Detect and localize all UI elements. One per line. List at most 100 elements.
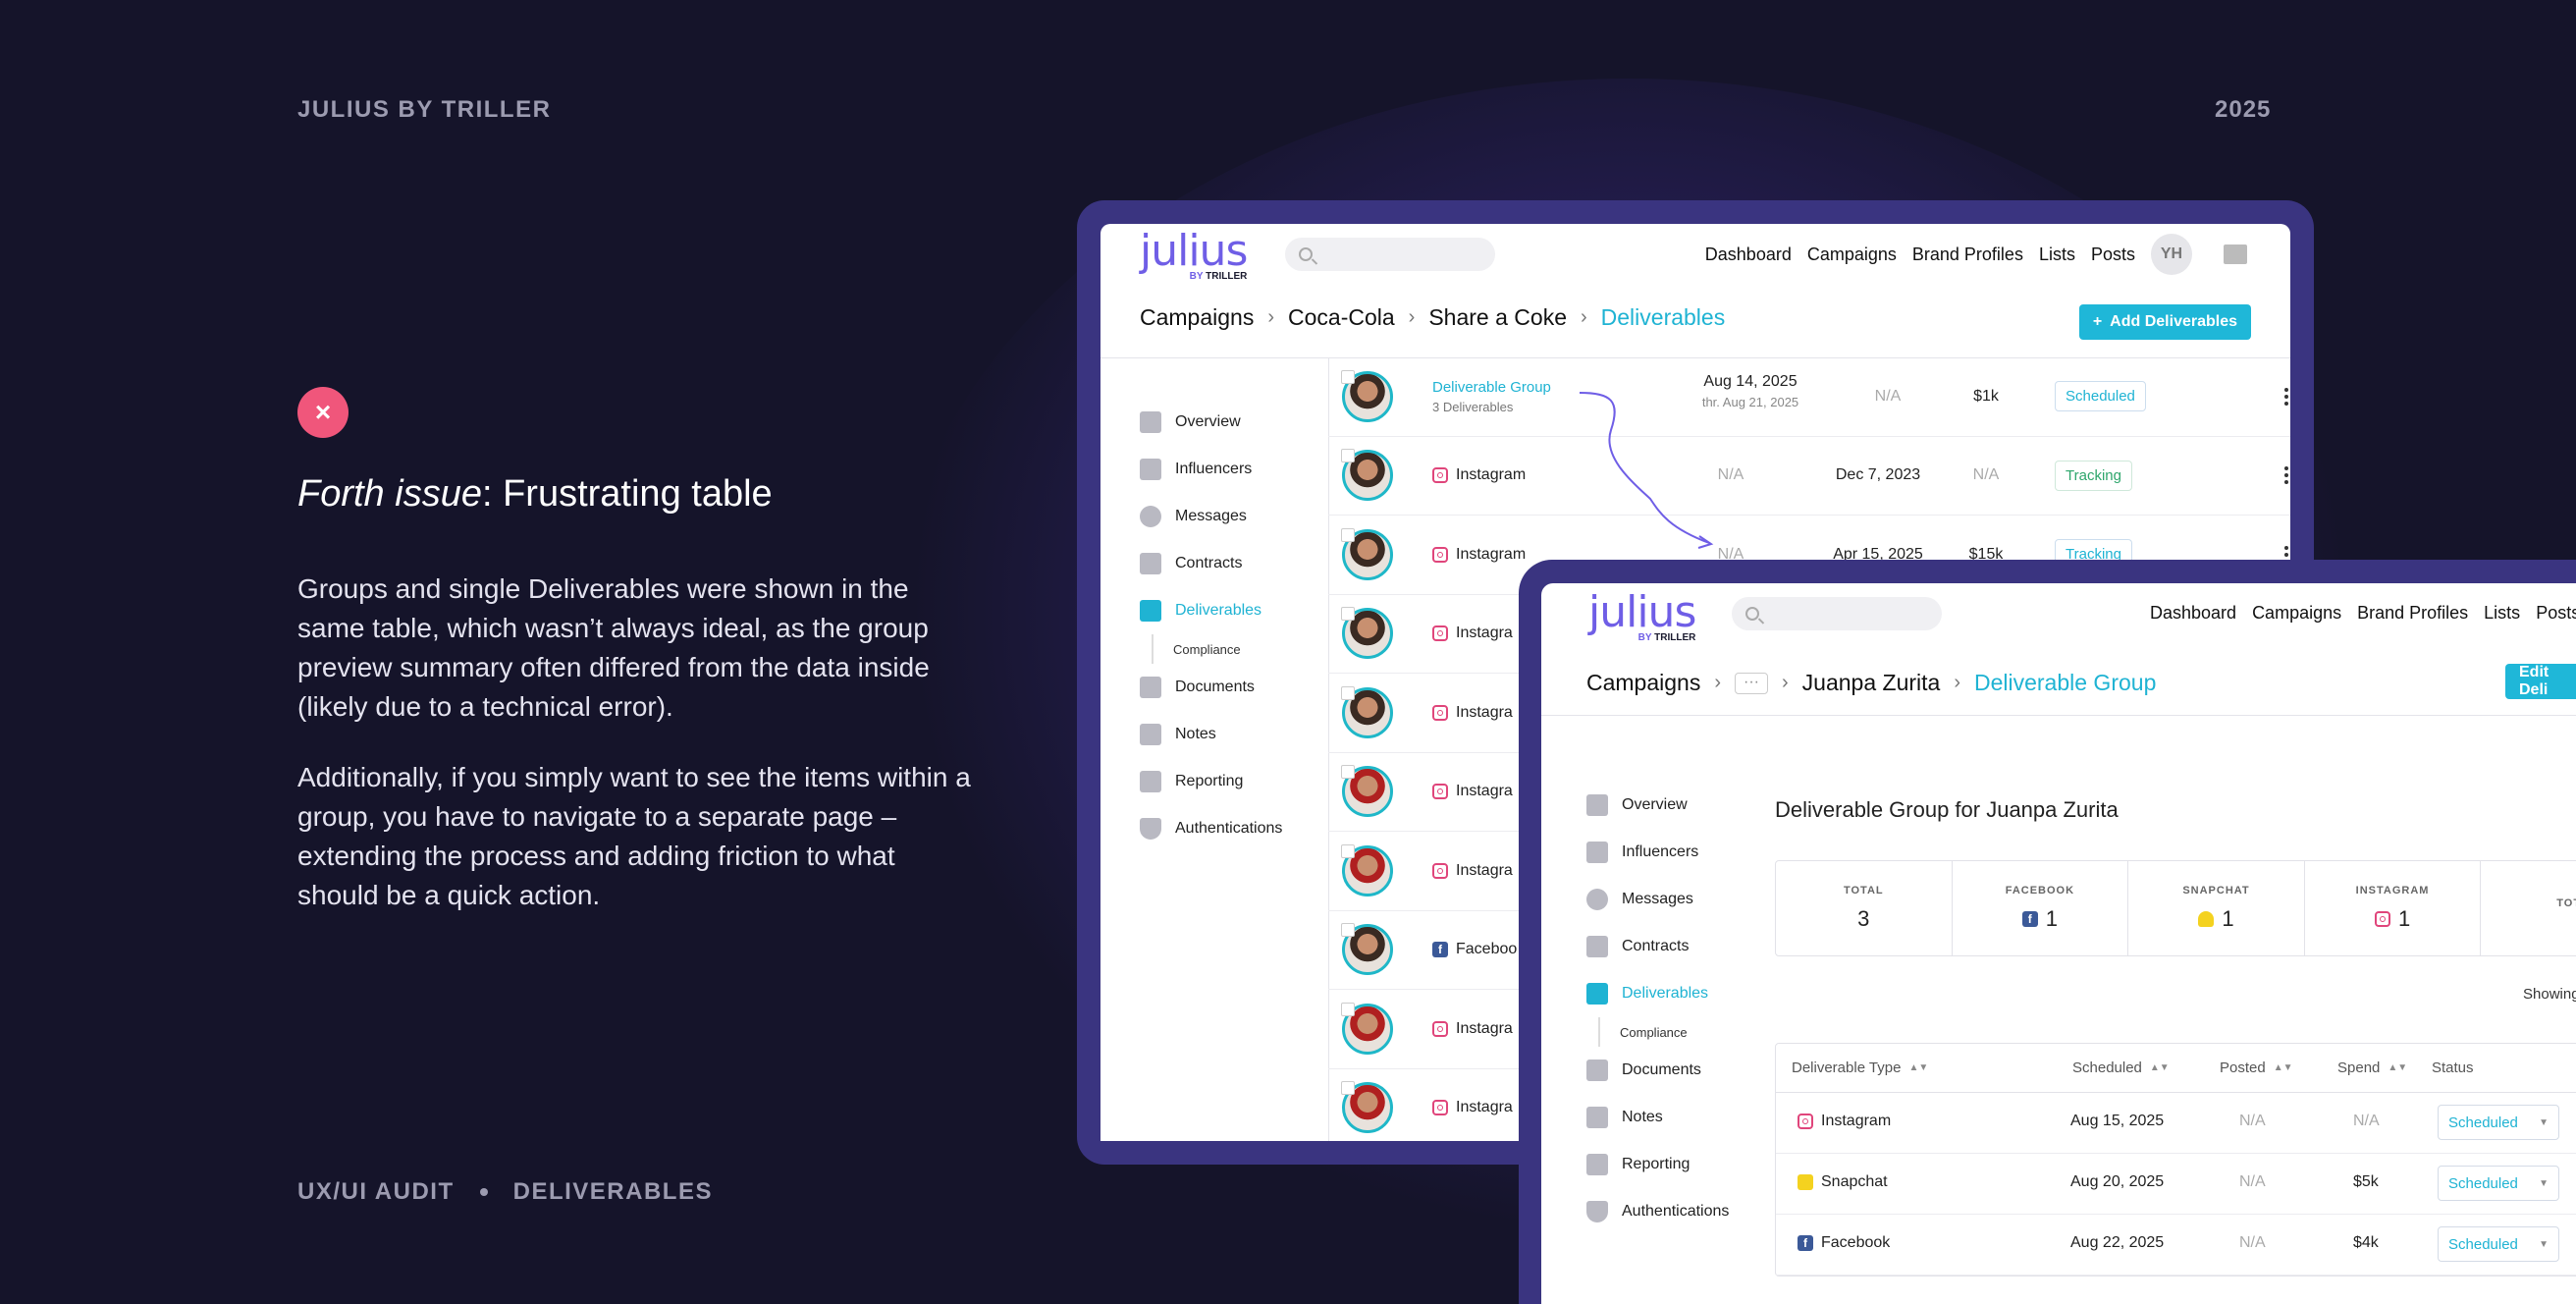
user-avatar[interactable]: YH: [2151, 234, 2192, 275]
facebook-icon: f: [2021, 911, 2038, 927]
sidebar-item-notes[interactable]: Notes: [1140, 711, 1282, 758]
group-link[interactable]: Deliverable Group: [1432, 379, 1551, 396]
table-row[interactable]: f Facebook Aug 22, 2025 N/A $4k Scheduled…: [1776, 1215, 2576, 1276]
instagram-icon: [1432, 784, 1448, 800]
julius-logo[interactable]: julius BY TRILLER: [1140, 230, 1248, 283]
nav-campaigns[interactable]: Campaigns: [2252, 603, 2341, 624]
status-select[interactable]: Scheduled ▼: [2438, 1226, 2559, 1262]
kebab-menu-icon[interactable]: [2284, 387, 2290, 406]
sidebar-item-contracts[interactable]: Contracts: [1140, 540, 1282, 587]
instagram-icon: [1432, 467, 1448, 484]
nav-posts[interactable]: Posts: [2091, 244, 2135, 265]
row-checkbox[interactable]: [1341, 449, 1355, 463]
status-badge[interactable]: Tracking: [2055, 460, 2132, 491]
row-checkbox[interactable]: [1341, 607, 1355, 622]
issue-title-em: Forth issue: [297, 473, 482, 515]
sidebar-item-influencers[interactable]: Influencers: [1140, 446, 1282, 493]
row-checkbox[interactable]: [1341, 1081, 1355, 1096]
contract-icon: [1140, 553, 1161, 574]
sidebar-item-messages[interactable]: Messages: [1140, 493, 1282, 540]
facebook-icon: f: [1798, 1235, 1813, 1251]
crumb-campaigns[interactable]: Campaigns: [1586, 670, 1700, 696]
sidebar-item-notes[interactable]: Notes: [1586, 1094, 1729, 1141]
sidebar-item-authentications[interactable]: Authentications: [1586, 1188, 1729, 1235]
row-checkbox[interactable]: [1341, 527, 1355, 542]
overview-icon: [1140, 411, 1161, 433]
nav-lists[interactable]: Lists: [2039, 244, 2075, 265]
sidebar-item-reporting[interactable]: Reporting: [1586, 1141, 1729, 1188]
document-icon: [1140, 677, 1161, 698]
avatar: [1341, 923, 1393, 976]
col-status: Status: [2432, 1060, 2474, 1076]
table-row[interactable]: Snapchat Aug 20, 2025 N/A $5k Scheduled ▼: [1776, 1154, 2576, 1215]
nav-brand-profiles[interactable]: Brand Profiles: [2357, 603, 2468, 624]
table-row[interactable]: Instagram Aug 15, 2025 N/A N/A Scheduled…: [1776, 1093, 2576, 1154]
sidebar-item-deliverables[interactable]: Deliverables: [1586, 970, 1729, 1017]
nav-lists[interactable]: Lists: [2484, 603, 2520, 624]
julius-logo[interactable]: julius BY TRILLER: [1588, 587, 1696, 644]
row-checkbox[interactable]: [1341, 369, 1355, 384]
row-checkbox[interactable]: [1341, 685, 1355, 700]
col-posted[interactable]: Posted ▲▼: [2220, 1060, 2293, 1076]
nav-dashboard[interactable]: Dashboard: [1705, 244, 1792, 265]
sidebar: Overview Influencers Messages Contracts …: [1140, 399, 1282, 852]
overview-icon: [1586, 794, 1608, 816]
col-scheduled[interactable]: Scheduled ▲▼: [2072, 1060, 2170, 1076]
nav-dashboard[interactable]: Dashboard: [2150, 603, 2236, 624]
row-checkbox[interactable]: [1341, 843, 1355, 858]
stat-facebook: FACEBOOK f 1: [1953, 861, 2129, 955]
book-icon[interactable]: [2224, 244, 2247, 264]
col-spend[interactable]: Spend ▲▼: [2337, 1060, 2407, 1076]
sidebar-item-compliance[interactable]: Compliance: [1598, 1017, 1729, 1047]
nav-campaigns[interactable]: Campaigns: [1807, 244, 1897, 265]
stats-bar: TOTAL 3 FACEBOOK f 1 SNAPCHAT 1 INSTAGRAM 1 T…: [1775, 860, 2576, 956]
logo-word: julius: [1588, 587, 1696, 637]
add-deliverables-button[interactable]: + Add Deliverables: [2078, 304, 2251, 340]
sidebar-item-influencers[interactable]: Influencers: [1586, 829, 1729, 876]
sidebar-item-documents[interactable]: Documents: [1140, 664, 1282, 711]
edit-deliverables-button[interactable]: Edit Deli: [2505, 664, 2576, 699]
platform-cell: Instagra: [1432, 862, 1513, 880]
nav-brand-profiles[interactable]: Brand Profiles: [1912, 244, 2023, 265]
crumb-influencer[interactable]: Juanpa Zurita: [1802, 670, 1941, 696]
sidebar-item-reporting[interactable]: Reporting: [1140, 758, 1282, 805]
divider: [1541, 715, 2576, 716]
sidebar-item-documents[interactable]: Documents: [1586, 1047, 1729, 1094]
posted-cell: N/A: [2239, 1234, 2266, 1251]
crumb-ellipsis[interactable]: ···: [1735, 672, 1768, 694]
row-checkbox[interactable]: [1341, 1002, 1355, 1016]
sidebar-item-compliance[interactable]: Compliance: [1152, 634, 1282, 664]
avatar: [1341, 843, 1393, 896]
status-select[interactable]: Scheduled ▼: [2438, 1105, 2559, 1140]
status-badge[interactable]: Scheduled: [2055, 381, 2146, 412]
sidebar-item-overview[interactable]: Overview: [1140, 399, 1282, 446]
crumb-campaign[interactable]: Share a Coke: [1428, 304, 1567, 331]
box-icon: [1140, 600, 1161, 622]
search-input[interactable]: [1732, 597, 1942, 630]
sort-icon: ▲▼: [2273, 1062, 2293, 1073]
col-type[interactable]: Deliverable Type ▲▼: [1792, 1060, 1928, 1076]
crumb-brand[interactable]: Coca-Cola: [1288, 304, 1395, 331]
page-title: Deliverable Group for Juanpa Zurita: [1775, 797, 2119, 822]
group-cell: Deliverable Group 3 Deliverables: [1432, 379, 1551, 414]
box-icon: [1586, 983, 1608, 1005]
sidebar-item-deliverables[interactable]: Deliverables: [1140, 587, 1282, 634]
sidebar-item-contracts[interactable]: Contracts: [1586, 923, 1729, 970]
row-checkbox[interactable]: [1341, 765, 1355, 780]
logo-sub: BY TRILLER: [1637, 632, 1696, 643]
kebab-menu-icon[interactable]: [2284, 466, 2290, 485]
search-input[interactable]: [1285, 238, 1495, 271]
table-row-group[interactable]: Deliverable Group 3 Deliverables Aug 14,…: [1328, 357, 2290, 437]
spend-cell: $4k: [2353, 1234, 2379, 1251]
row-checkbox[interactable]: [1341, 923, 1355, 938]
snapchat-icon: [2198, 911, 2215, 927]
sidebar-item-overview[interactable]: Overview: [1586, 782, 1729, 829]
avatar: [1341, 449, 1393, 502]
status-select[interactable]: Scheduled ▼: [2438, 1166, 2559, 1201]
chevron-down-icon: ▼: [2539, 1238, 2549, 1250]
sidebar-item-authentications[interactable]: Authentications: [1140, 805, 1282, 852]
crumb-campaigns[interactable]: Campaigns: [1140, 304, 1254, 331]
sidebar-item-messages[interactable]: Messages: [1586, 876, 1729, 923]
nav-posts[interactable]: Posts: [2536, 603, 2576, 624]
table-row[interactable]: Instagram N/A Dec 7, 2023 N/A Tracking: [1328, 437, 2290, 516]
